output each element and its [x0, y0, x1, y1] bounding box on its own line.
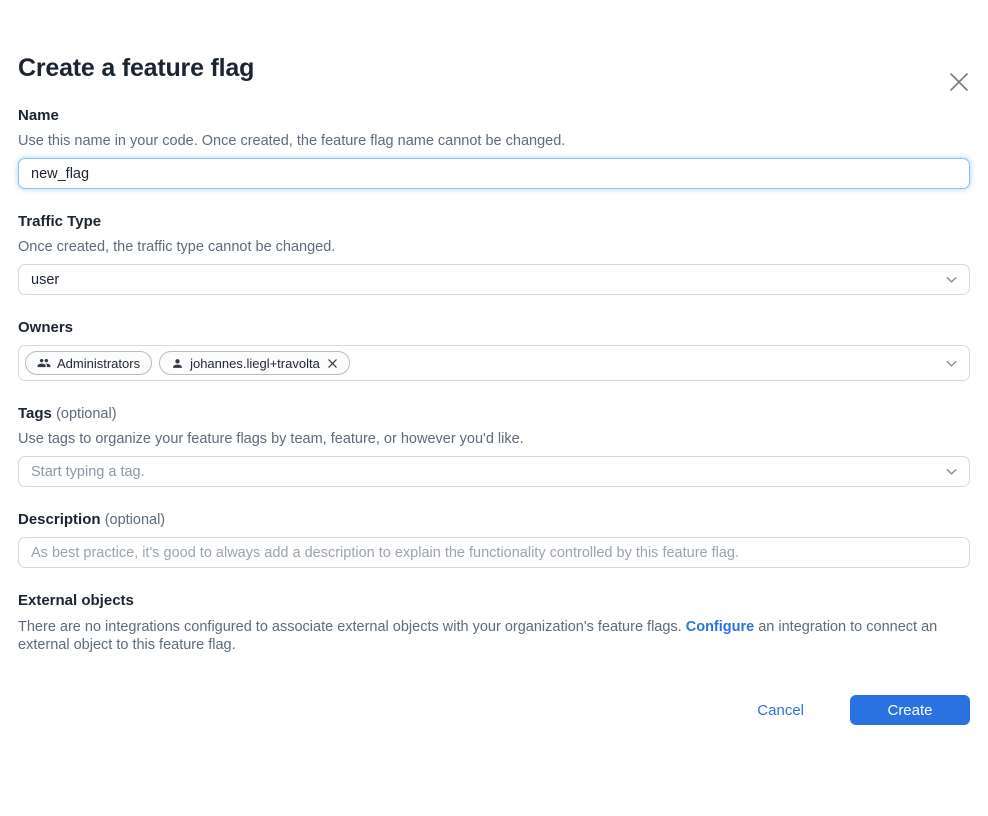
- external-objects-field: External objects There are no integratio…: [18, 593, 970, 654]
- chevron-down-icon: [944, 356, 959, 371]
- name-field: Name Use this name in your code. Once cr…: [18, 108, 970, 189]
- configure-link[interactable]: Configure: [686, 619, 754, 635]
- description-input[interactable]: [18, 537, 970, 568]
- owners-chips: Administrators johannes.liegl+travolta: [25, 351, 944, 375]
- remove-owner-icon[interactable]: [327, 358, 338, 369]
- owner-chip-user[interactable]: johannes.liegl+travolta: [159, 351, 350, 375]
- traffic-type-select[interactable]: user: [18, 264, 970, 295]
- traffic-type-description: Once created, the traffic type cannot be…: [18, 239, 970, 255]
- cancel-button[interactable]: Cancel: [757, 702, 804, 719]
- name-description: Use this name in your code. Once created…: [18, 133, 970, 149]
- traffic-type-field: Traffic Type Once created, the traffic t…: [18, 214, 970, 295]
- owners-label: Owners: [18, 320, 970, 336]
- page-title: Create a feature flag: [18, 53, 970, 83]
- external-objects-label: External objects: [18, 593, 970, 609]
- description-field: Description (optional): [18, 512, 970, 568]
- tags-label: Tags (optional): [18, 406, 970, 422]
- group-icon: [37, 356, 51, 370]
- owner-chip-administrators[interactable]: Administrators: [25, 351, 152, 375]
- person-icon: [171, 357, 184, 370]
- owners-select[interactable]: Administrators johannes.liegl+travolta: [18, 345, 970, 381]
- owner-chip-label: johannes.liegl+travolta: [190, 356, 320, 371]
- tags-description: Use tags to organize your feature flags …: [18, 431, 970, 447]
- create-feature-flag-modal: Create a feature flag Name Use this name…: [0, 53, 988, 725]
- traffic-type-label: Traffic Type: [18, 214, 970, 230]
- chevron-down-icon: [944, 464, 959, 479]
- chevron-down-icon: [944, 272, 959, 287]
- tags-label-text: Tags: [18, 405, 52, 422]
- owner-chip-label: Administrators: [57, 356, 140, 371]
- create-button[interactable]: Create: [850, 695, 970, 725]
- owners-field: Owners Administrators: [18, 320, 970, 381]
- tags-select[interactable]: Start typing a tag.: [18, 456, 970, 487]
- description-optional-text: (optional): [105, 512, 165, 528]
- tags-optional-text: (optional): [56, 406, 116, 422]
- description-label: Description (optional): [18, 512, 970, 528]
- traffic-type-selected-value: user: [31, 272, 944, 288]
- tags-placeholder: Start typing a tag.: [31, 464, 944, 480]
- description-label-text: Description: [18, 511, 101, 528]
- tags-field: Tags (optional) Use tags to organize you…: [18, 406, 970, 487]
- name-input[interactable]: [18, 158, 970, 189]
- name-label: Name: [18, 108, 970, 124]
- close-icon[interactable]: [945, 68, 973, 96]
- external-objects-text-before: There are no integrations configured to …: [18, 619, 686, 635]
- modal-footer: Cancel Create: [18, 695, 970, 725]
- external-objects-text: There are no integrations configured to …: [18, 618, 970, 654]
